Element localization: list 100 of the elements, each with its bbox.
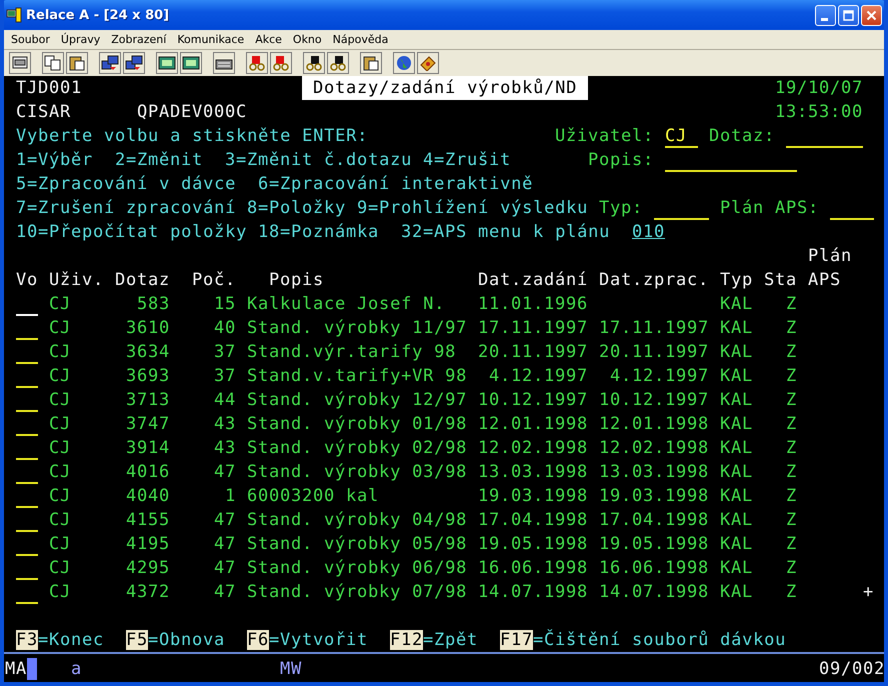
table-cell-text: 14.07.1998 bbox=[478, 581, 588, 604]
record-icon[interactable] bbox=[246, 52, 268, 74]
input-field[interactable]: CJ bbox=[665, 126, 698, 148]
filter-label: Dotaz: bbox=[709, 125, 775, 148]
table-cell-text: 14.07.1998 bbox=[599, 581, 709, 604]
cursor-position: 09/002 bbox=[819, 658, 884, 681]
program-name: TJD001 bbox=[16, 77, 82, 100]
menu-item[interactable]: Úpravy bbox=[56, 33, 106, 46]
table-cell-text: 12.01.1998 bbox=[599, 413, 709, 436]
table-cell-text: CJ bbox=[49, 365, 71, 388]
filter-label: Typ: bbox=[599, 197, 643, 220]
option-text: 4=Zrušit bbox=[423, 149, 511, 172]
menu-item[interactable]: Okno bbox=[288, 33, 328, 46]
table-cell-text: KAL bbox=[720, 389, 753, 412]
table-cell-text: Stand. výrobky 11/97 bbox=[247, 317, 467, 340]
copy-icon[interactable] bbox=[42, 52, 64, 74]
table-cell-text: 44 bbox=[212, 389, 236, 412]
table-cell-text: 47 bbox=[212, 461, 236, 484]
table-cell-text: 47 bbox=[212, 581, 236, 604]
table-cell-text: 4295 bbox=[124, 557, 170, 580]
table-cell-text: CJ bbox=[49, 293, 71, 316]
table-cell-text: KAL bbox=[720, 413, 753, 436]
table-cell-text: Stand. výrobky 04/98 bbox=[247, 509, 467, 532]
keyboard-icon[interactable] bbox=[213, 52, 235, 74]
table-cell-text: 3713 bbox=[124, 389, 170, 412]
maximize-button[interactable] bbox=[838, 4, 859, 26]
table-cell-text: 60003200 kal bbox=[247, 485, 379, 508]
globe-icon[interactable] bbox=[393, 52, 415, 74]
menu-item[interactable]: Nápověda bbox=[328, 33, 394, 46]
function-key[interactable]: F3=Konec bbox=[16, 628, 104, 652]
table-cell-text: 17.04.1998 bbox=[599, 509, 709, 532]
table-cell-text: 1 bbox=[224, 485, 236, 508]
table-cell-text: Stand. výrobky 01/98 bbox=[247, 413, 467, 436]
function-key[interactable]: F6=Vytvořit bbox=[247, 628, 368, 652]
screen-icon[interactable] bbox=[9, 52, 31, 74]
table-cell-text: CJ bbox=[49, 557, 71, 580]
option-text: 10=Přepočítat položky bbox=[16, 221, 247, 244]
column-header: Vo bbox=[16, 269, 38, 292]
column-header: Sta bbox=[764, 269, 797, 292]
display-icon[interactable] bbox=[156, 52, 178, 74]
table-cell-text: KAL bbox=[720, 317, 753, 340]
function-key[interactable]: F17=Čištění souborů dávkou bbox=[500, 628, 786, 652]
table-cell-text: Z bbox=[786, 341, 797, 364]
table-cell-text: KAL bbox=[720, 293, 753, 316]
column-header: Dat.zadání bbox=[478, 269, 588, 292]
menu-item[interactable]: Soubor bbox=[6, 33, 56, 46]
table-cell-text: CJ bbox=[49, 533, 71, 556]
table-cell-text: KAL bbox=[720, 461, 753, 484]
table-cell-text: 47 bbox=[212, 509, 236, 532]
option-text: 8=Položky bbox=[247, 197, 346, 220]
table-cell-text: 10.12.1997 bbox=[599, 389, 709, 412]
menu-item[interactable]: Zobrazení bbox=[106, 33, 172, 46]
table-cell-text: 19.03.1998 bbox=[599, 485, 709, 508]
function-key[interactable]: F12=Zpět bbox=[390, 628, 478, 652]
table-cell-text: Stand. výrobky 03/98 bbox=[247, 461, 467, 484]
table-cell-text: Z bbox=[786, 557, 797, 580]
prompt-text: Vyberte volbu a stiskněte ENTER: bbox=[16, 125, 368, 148]
table-cell-text: 12.01.1998 bbox=[478, 413, 588, 436]
table-cell-text: CJ bbox=[49, 317, 71, 340]
plan-field[interactable]: 010 bbox=[632, 220, 665, 244]
receive-screen-icon[interactable] bbox=[123, 52, 145, 74]
column-header: Uživ. bbox=[49, 269, 104, 292]
filter-label: Plán APS: bbox=[720, 197, 819, 220]
table-cell-text: Kalkulace Josef N. bbox=[247, 293, 445, 316]
maximize-icon bbox=[843, 10, 854, 20]
minimize-button[interactable] bbox=[815, 4, 836, 26]
table-cell-text: 4040 bbox=[124, 485, 170, 508]
cursor-icon bbox=[27, 658, 37, 680]
table-cell-text: CJ bbox=[49, 389, 71, 412]
table-cell-text: 19.03.1998 bbox=[478, 485, 588, 508]
table-cell-text: KAL bbox=[720, 509, 753, 532]
table-cell-text: 3693 bbox=[124, 365, 170, 388]
table-cell-text: Stand. výrobky 07/98 bbox=[247, 581, 467, 604]
menu-item[interactable]: Komunikace bbox=[172, 33, 250, 46]
table-cell-text: 13.03.1998 bbox=[478, 461, 588, 484]
device-name: QPADEV000C bbox=[137, 101, 247, 124]
table-cell-text: 3914 bbox=[124, 437, 170, 460]
menu-item[interactable]: Akce bbox=[250, 33, 288, 46]
table-cell-text: Z bbox=[786, 509, 797, 532]
send-screen-icon[interactable] bbox=[99, 52, 121, 74]
table-cell-text: CJ bbox=[49, 413, 71, 436]
option-text: 18=Poznámka bbox=[258, 221, 379, 244]
option-text: 3=Změnit č.dotazu bbox=[225, 149, 412, 172]
close-button[interactable] bbox=[861, 4, 882, 26]
table-cell-text: CJ bbox=[49, 461, 71, 484]
table-cell-text: 37 bbox=[212, 365, 236, 388]
table-cell-text: 583 bbox=[136, 293, 170, 316]
option-text: 32=APS menu k plánu bbox=[401, 221, 610, 244]
clipboard-icon[interactable] bbox=[360, 52, 382, 74]
function-key[interactable]: F5=Obnova bbox=[126, 628, 225, 652]
paste-icon[interactable] bbox=[66, 52, 88, 74]
table-cell-text: Z bbox=[786, 533, 797, 556]
column-header: Plán bbox=[808, 245, 852, 268]
table-cell-text: Z bbox=[786, 437, 797, 460]
table-cell-text: CJ bbox=[49, 485, 71, 508]
grid-icon[interactable] bbox=[180, 52, 202, 74]
table-cell-text: 37 bbox=[212, 341, 236, 364]
option-text: 6=Zpracování interaktivně bbox=[258, 173, 533, 196]
table-cell-text: 12.02.1998 bbox=[599, 437, 709, 460]
table-cell-text: 17.11.1997 bbox=[478, 317, 588, 340]
